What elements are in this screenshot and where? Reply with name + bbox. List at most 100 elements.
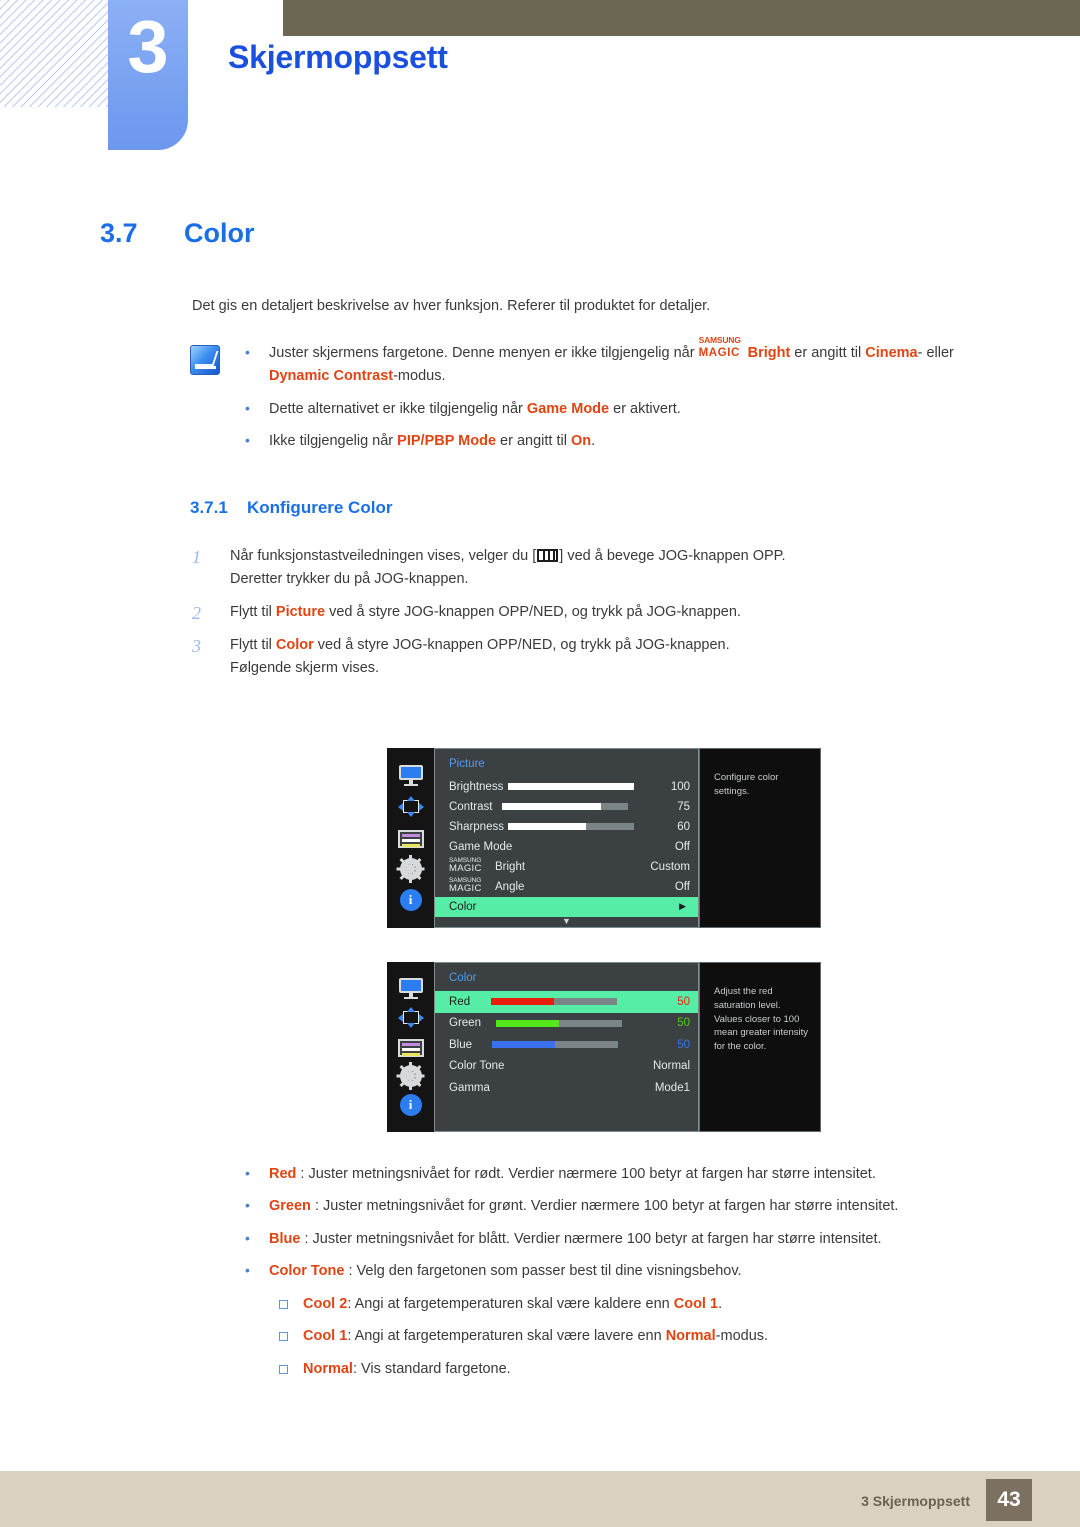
osd-menu-panel: Color Red 50 Green 50 Blue 50 Color Tone Normal G… xyxy=(434,962,699,1132)
arrows-icon[interactable] xyxy=(397,796,424,818)
osd-item-value: 50 xyxy=(677,1038,690,1051)
osd-menu-item[interactable]: Blue 50 xyxy=(435,1034,698,1056)
osd-icon-rail: i xyxy=(387,748,434,928)
step-item: 1 Når funksjonstastveiledningen vises, ve… xyxy=(192,545,1022,591)
note-pencil-icon xyxy=(190,345,220,375)
osd-item-slider-area xyxy=(470,998,638,1006)
osd-item-value: 60 xyxy=(677,820,690,833)
osd-item-label: Color xyxy=(449,900,477,913)
page-number: 43 xyxy=(986,1479,1032,1521)
option-bullet: Green : Juster metningsnivået for grønt.… xyxy=(235,1194,1025,1218)
osd-menu-item[interactable]: Color Tone Normal xyxy=(435,1056,698,1078)
samsung-magic-logo: SAMSUNG MAGIC xyxy=(698,334,741,359)
osd-item-slider-area xyxy=(504,823,638,831)
osd-item-value: Mode1 xyxy=(654,1081,690,1094)
emphasis-term: Blue xyxy=(269,1230,301,1247)
subsection-heading: 3.7.1 Konfigurere Color xyxy=(190,498,392,518)
subsection-title: Konfigurere Color xyxy=(247,498,393,517)
section-title: Color xyxy=(184,218,255,248)
osd-item-label: Blue xyxy=(449,1038,473,1051)
monitor-icon[interactable] xyxy=(398,977,424,1000)
osd-list-icon[interactable] xyxy=(397,829,424,848)
osd-slider-fill xyxy=(507,823,587,831)
osd-menu-title: Color xyxy=(449,972,477,984)
scroll-down-indicator-icon: ▼ xyxy=(562,915,571,926)
osd-item-slider-area xyxy=(472,1041,638,1049)
chevron-right-icon: ▶ xyxy=(679,901,686,912)
osd-slider[interactable] xyxy=(507,823,634,831)
subsection-number: 3.7.1 xyxy=(190,498,228,517)
emphasis-term: Color xyxy=(275,636,314,653)
samsung-magic-logo: SAMSUNG MAGIC xyxy=(449,856,482,874)
note-item: Dette alternativet er ikke tilgjengelig … xyxy=(235,397,995,421)
osd-list-icon[interactable] xyxy=(397,1038,424,1057)
osd-item-label: Color Tone xyxy=(449,1060,505,1073)
osd-menu-item[interactable]: Gamma Mode1 xyxy=(435,1077,698,1099)
osd-menu-item[interactable]: Color ▶ xyxy=(435,896,698,917)
emphasis-term: Bright xyxy=(747,345,791,361)
osd-menu-item[interactable]: SAMSUNG MAGIC Angle Off xyxy=(435,877,698,897)
osd-item-value: Off xyxy=(674,880,690,893)
osd-item-label: SAMSUNG MAGIC Angle xyxy=(449,876,525,894)
osd-menu-panel: Picture Brightness 100 Contrast 75 Sharpness 6… xyxy=(434,748,699,928)
option-sub-bullet: Cool 2: Angi at fargetemperaturen skal v… xyxy=(265,1293,1025,1316)
osd-menu-item[interactable]: Game Mode Off xyxy=(435,837,698,857)
samsung-magic-logo: SAMSUNG MAGIC xyxy=(449,876,482,894)
osd-slider[interactable] xyxy=(492,1041,619,1049)
osd-slider[interactable] xyxy=(496,1019,623,1027)
osd-slider-fill xyxy=(507,783,634,791)
osd-item-label: Brightness xyxy=(449,780,504,793)
emphasis-term: PIP/PBP Mode xyxy=(397,433,497,450)
osd-picture-menu-screenshot: i Picture Brightness 100 Contrast 75 Sharpness… xyxy=(387,748,821,928)
monitor-icon[interactable] xyxy=(398,764,424,787)
osd-item-slider-area xyxy=(503,783,638,791)
osd-menu-item[interactable]: Sharpness 60 xyxy=(435,817,698,837)
osd-slider-fill xyxy=(496,1019,560,1027)
osd-menu-item[interactable]: SAMSUNG MAGIC Bright Custom xyxy=(435,857,698,877)
osd-item-label: Gamma xyxy=(449,1081,490,1094)
arrows-icon[interactable] xyxy=(397,1007,424,1029)
emphasis-term: Normal xyxy=(303,1360,353,1377)
info-icon[interactable]: i xyxy=(399,1094,422,1117)
emphasis-term: Game Mode xyxy=(526,400,610,417)
osd-menu-item[interactable]: Red 50 xyxy=(435,991,698,1013)
emphasis-term: Cool 1 xyxy=(673,1295,719,1312)
note-item: Juster skjermens fargetone. Denne menyen… xyxy=(235,334,995,389)
osd-menu-item[interactable]: Brightness 100 xyxy=(435,777,698,797)
section-heading: 3.7 Color xyxy=(100,218,255,249)
osd-item-value: 50 xyxy=(677,995,690,1008)
emphasis-term: Dynamic Contrast xyxy=(269,368,394,385)
osd-slider-fill xyxy=(491,998,555,1006)
osd-item-value: 100 xyxy=(670,780,690,793)
osd-slider[interactable] xyxy=(491,998,618,1006)
gear-icon[interactable] xyxy=(396,854,425,883)
step-item: 2 Flytt til Picture ved å styre JOG-knapp… xyxy=(192,601,1022,624)
option-bullet: Red : Juster metningsnivået for rødt. Ve… xyxy=(235,1162,1025,1186)
osd-item-slider-area xyxy=(492,803,638,811)
osd-description-panel: Adjust the red saturation level. Values … xyxy=(699,962,821,1132)
osd-menu-item[interactable]: Green 50 xyxy=(435,1013,698,1035)
osd-color-menu-screenshot: i Color Red 50 Green 50 Blue 50 Color Tone Normal… xyxy=(387,962,821,1132)
osd-item-label: Green xyxy=(449,1017,481,1030)
note-list: Juster skjermens fargetone. Denne menyen… xyxy=(235,334,995,463)
osd-item-value: Normal xyxy=(652,1060,690,1073)
emphasis-term: Color Tone xyxy=(269,1263,345,1280)
osd-item-label: Red xyxy=(449,995,471,1008)
osd-slider-fill xyxy=(502,803,601,811)
chapter-number-badge: 3 xyxy=(108,0,188,150)
osd-icon-rail: i xyxy=(387,962,434,1132)
gear-icon[interactable] xyxy=(396,1061,425,1090)
info-icon[interactable]: i xyxy=(399,889,422,912)
osd-slider[interactable] xyxy=(502,803,629,811)
header-band xyxy=(283,0,1080,36)
emphasis-term: Cinema xyxy=(865,345,918,361)
osd-item-slider-area xyxy=(481,1019,638,1027)
osd-slider[interactable] xyxy=(507,783,634,791)
footer-chapter-label: 3 Skjermoppsett xyxy=(861,1493,970,1509)
osd-menu-item[interactable]: Contrast 75 xyxy=(435,797,698,817)
option-bullet: Blue : Juster metningsnivået for blått. … xyxy=(235,1227,1025,1251)
emphasis-term: On xyxy=(570,433,592,450)
note-bullets: Juster skjermens fargetone. Denne menyen… xyxy=(235,334,995,454)
osd-description-panel: Configure color settings. xyxy=(699,748,821,928)
osd-item-value: Custom xyxy=(650,860,690,873)
